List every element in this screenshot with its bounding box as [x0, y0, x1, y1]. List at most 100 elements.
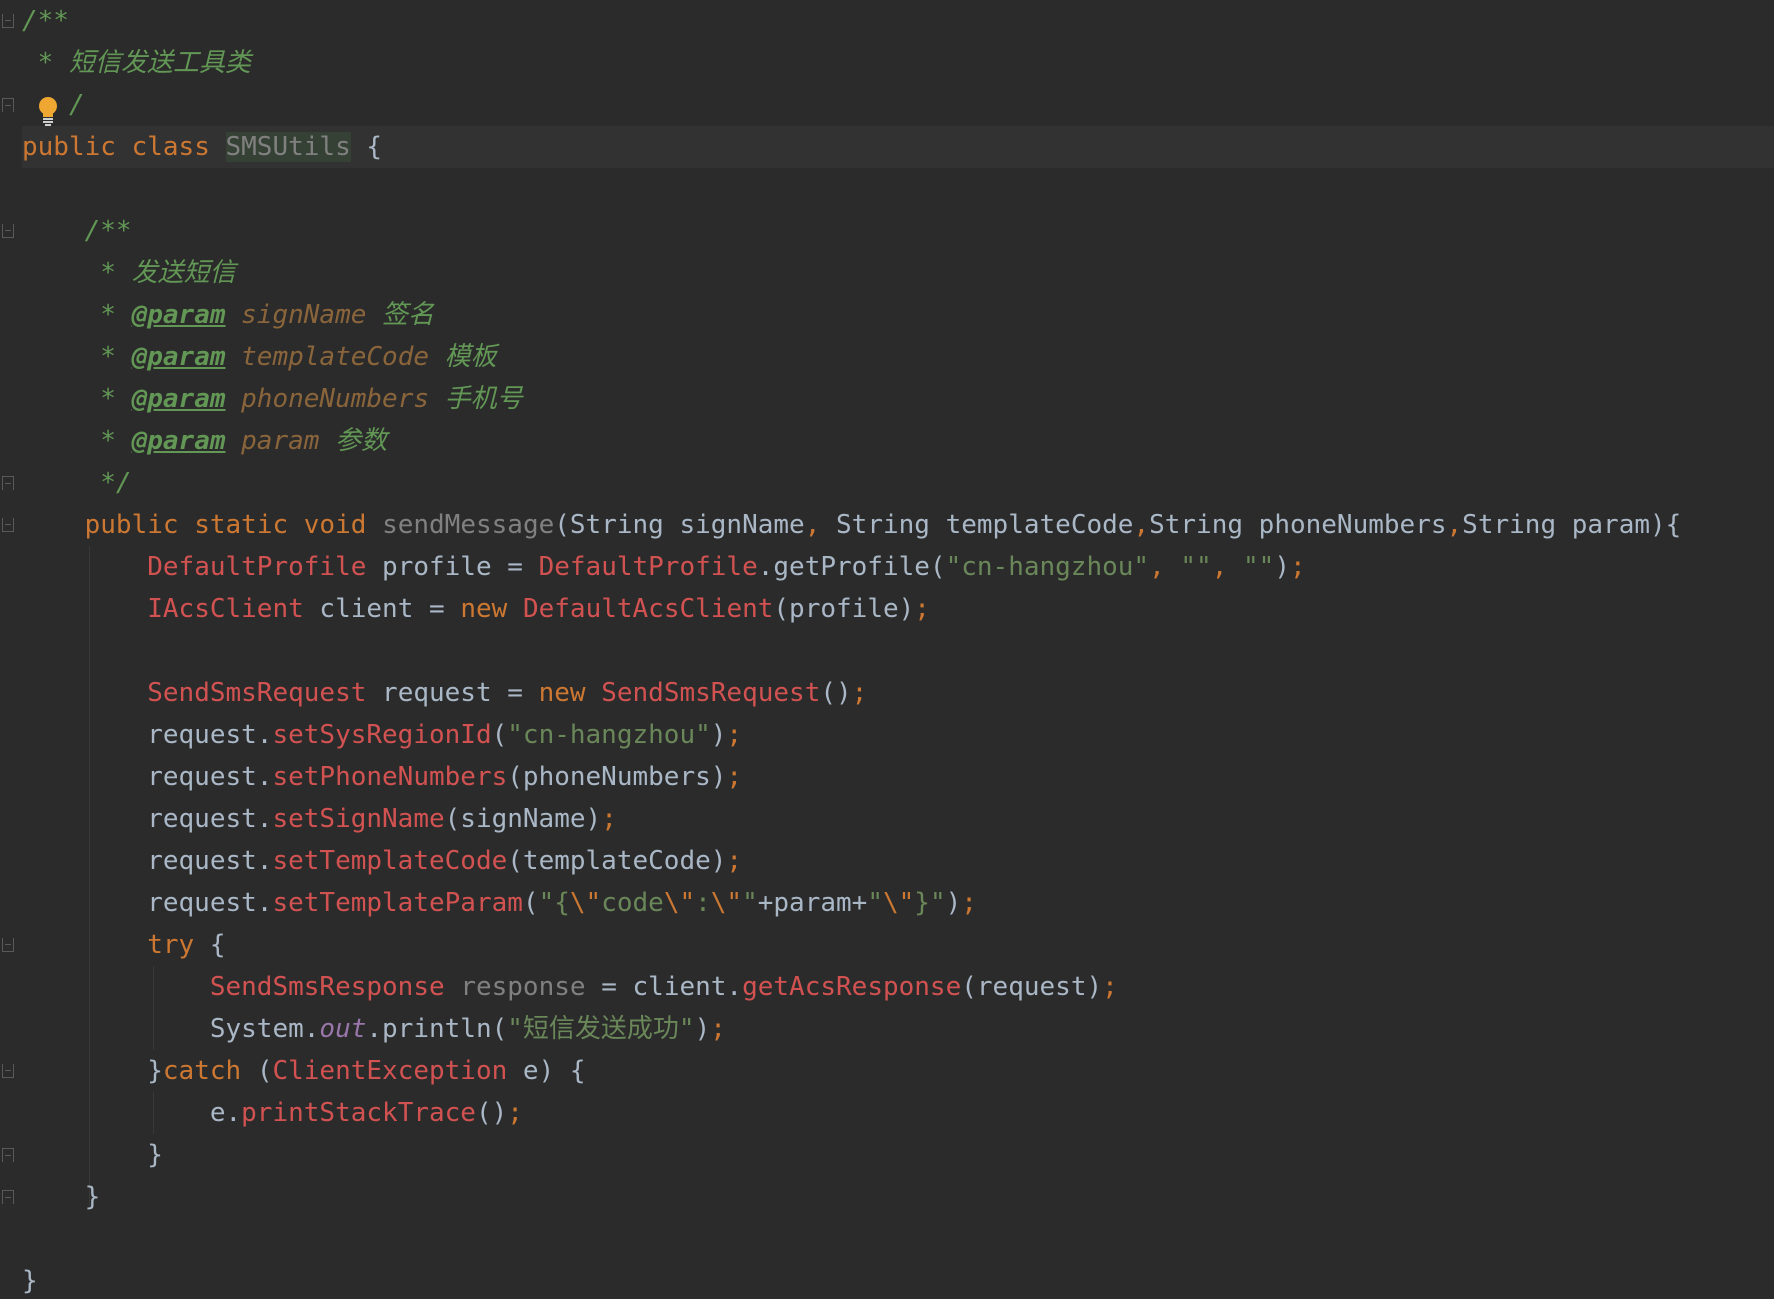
code-token: System.	[22, 1014, 320, 1044]
code-token: request.	[22, 804, 273, 834]
code-token: ;	[726, 720, 743, 750]
code-token: "{	[538, 888, 570, 918]
code-token: new	[538, 678, 602, 708]
code-line[interactable]: * @param signName 签名	[22, 294, 1774, 336]
code-lines[interactable]: /** * 短信发送工具类 / public class SMSUtils { /…	[22, 0, 1774, 1299]
fold-marker-icon[interactable]	[2, 938, 14, 952]
code-line[interactable]	[22, 1218, 1774, 1260]
code-line[interactable]: * 短信发送工具类	[22, 42, 1774, 84]
fold-marker-icon[interactable]	[2, 1190, 14, 1204]
code-line[interactable]: * @param templateCode 模板	[22, 336, 1774, 378]
code-editor[interactable]: /** * 短信发送工具类 / public class SMSUtils { /…	[0, 0, 1774, 1299]
code-line[interactable]: * @param param 参数	[22, 420, 1774, 462]
code-token: ;	[1102, 972, 1118, 1002]
code-line[interactable]: }	[22, 1176, 1774, 1218]
fold-marker-icon[interactable]	[2, 1148, 14, 1162]
code-token: {	[209, 930, 226, 960]
code-token: SendSmsResponse	[209, 972, 445, 1002]
code-token: )	[694, 1014, 711, 1044]
code-line[interactable]: * @param phoneNumbers 手机号	[22, 378, 1774, 420]
code-token: profile =	[366, 552, 539, 582]
code-token: }	[22, 1266, 38, 1296]
code-line[interactable]: System.out.println("短信发送成功");	[22, 1008, 1774, 1050]
code-line[interactable]: request.setPhoneNumbers(phoneNumbers);	[22, 756, 1774, 798]
code-line[interactable]: }	[22, 1260, 1774, 1299]
code-token: ,	[1446, 510, 1463, 540]
code-token: \"	[710, 888, 743, 918]
code-line[interactable]: e.printStackTrace();	[22, 1092, 1774, 1134]
code-token: ;	[914, 594, 930, 624]
fold-marker-icon[interactable]	[2, 14, 14, 28]
code-token: ;	[601, 804, 617, 834]
fold-marker-icon[interactable]	[2, 224, 14, 238]
editor-gutter[interactable]	[0, 0, 18, 1299]
code-line[interactable]: }	[22, 1134, 1774, 1176]
code-token: ,	[804, 510, 837, 540]
fold-marker-icon[interactable]	[2, 476, 14, 490]
code-line[interactable]	[22, 630, 1774, 672]
code-token: ()	[820, 678, 852, 708]
code-token: code	[601, 888, 664, 918]
code-token: "短信发送成功"	[507, 1014, 695, 1044]
code-line[interactable]: request.setSysRegionId("cn-hangzhou");	[22, 714, 1774, 756]
code-token: (	[491, 720, 508, 750]
code-token: 发送短信	[131, 258, 236, 288]
code-token: 签名	[366, 300, 435, 330]
code-token: ClientException	[272, 1056, 508, 1086]
code-token: ;	[710, 1014, 726, 1044]
code-token: request.	[22, 846, 273, 876]
code-line[interactable]: /**	[22, 0, 1774, 42]
code-token: }	[22, 1182, 101, 1212]
code-line[interactable]: IAcsClient client = new DefaultAcsClient…	[22, 588, 1774, 630]
code-line[interactable]: /**	[22, 210, 1774, 252]
code-line[interactable]: SendSmsRequest request = new SendSmsRequ…	[22, 672, 1774, 714]
code-token: SendSmsRequest	[601, 678, 821, 708]
code-line[interactable]: }catch (ClientException e) {	[22, 1050, 1774, 1092]
code-token: *	[22, 48, 69, 78]
fold-marker-icon[interactable]	[2, 98, 14, 112]
code-token: {	[350, 132, 383, 162]
code-token: DefaultProfile	[538, 552, 758, 582]
code-token: String param){	[1462, 510, 1682, 540]
code-line[interactable]: request.setTemplateCode(templateCode);	[22, 840, 1774, 882]
code-token: ,	[1149, 552, 1181, 582]
code-token: }	[22, 1140, 163, 1170]
code-token: templateCode	[241, 342, 429, 372]
code-token: request =	[366, 678, 539, 708]
code-line[interactable]: try {	[22, 924, 1774, 966]
code-line[interactable]: request.setTemplateParam("{\"code\":\""+…	[22, 882, 1774, 924]
code-token: public	[84, 510, 195, 540]
code-line[interactable]: public class SMSUtils {	[22, 126, 1774, 168]
code-line[interactable]: DefaultProfile profile = DefaultProfile.…	[22, 546, 1774, 588]
code-token: new	[460, 594, 523, 624]
code-token: (request)	[961, 972, 1103, 1002]
code-line[interactable]: /	[22, 84, 1774, 126]
code-token: param	[241, 426, 320, 456]
fold-marker-icon[interactable]	[2, 518, 14, 532]
code-line[interactable]: SendSmsResponse response = client.getAcs…	[22, 966, 1774, 1008]
code-token: */	[22, 468, 132, 498]
code-line[interactable]: public static void sendMessage(String si…	[22, 504, 1774, 546]
code-token: \"	[882, 888, 915, 918]
code-token: }"	[914, 888, 946, 918]
code-token: setSysRegionId	[272, 720, 492, 750]
code-line[interactable]: */	[22, 462, 1774, 504]
code-token: 手机号	[429, 384, 523, 414]
code-token: +param+	[757, 888, 868, 918]
code-line[interactable]: request.setSignName(signName);	[22, 798, 1774, 840]
code-line[interactable]	[22, 168, 1774, 210]
code-token: SendSmsRequest	[147, 678, 367, 708]
code-token: public	[22, 132, 132, 162]
code-token: ;	[726, 846, 743, 876]
code-token: e) {	[507, 1056, 586, 1086]
fold-marker-icon[interactable]	[2, 1064, 14, 1078]
code-token: @param	[131, 384, 226, 414]
code-line[interactable]: * 发送短信	[22, 252, 1774, 294]
